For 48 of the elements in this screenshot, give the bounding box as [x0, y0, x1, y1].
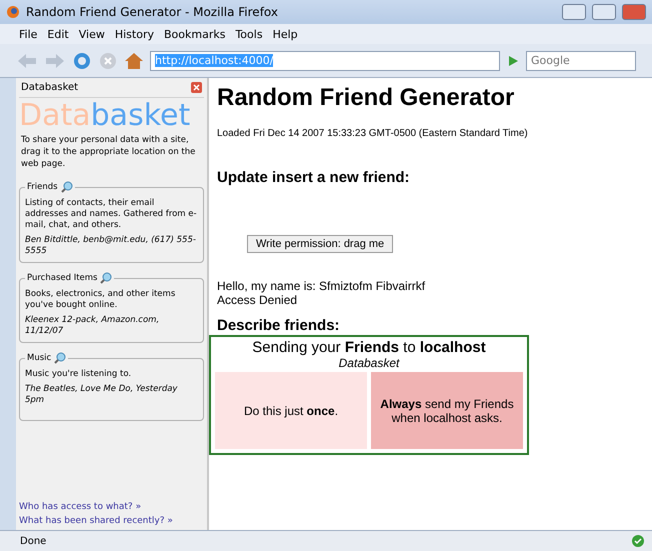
check-icon	[632, 535, 644, 547]
menu-item[interactable]: Tools	[230, 28, 268, 40]
window-title: Random Friend Generator - Mozilla Firefox	[26, 5, 279, 19]
sidebar-link[interactable]: Who has access to what? »	[19, 502, 204, 512]
group-example: Kleenex 12-pack, Amazon.com, 11/12/07	[25, 315, 160, 337]
minimize-button[interactable]	[562, 4, 586, 20]
stop-icon[interactable]	[98, 50, 118, 70]
drag-button[interactable]: Write permission: drag me	[247, 235, 394, 253]
section-heading: Describe friends:	[217, 317, 341, 334]
popup-title: Sending your Friends to localhost	[252, 339, 486, 356]
intro-text: To share your personal data with a site, drag it to the appropriate location on the web page.	[21, 134, 196, 170]
menu-item[interactable]: History	[110, 28, 159, 40]
group-example: The Beatles, Love Me Do, Yesterday 5pm	[25, 384, 178, 406]
section-heading: Update insert a new friend:	[217, 169, 411, 186]
popup-subtitle: Databasket	[338, 356, 400, 370]
forward-icon[interactable]	[44, 52, 66, 70]
status-text: Done	[20, 536, 46, 546]
search-field[interactable]: Google	[526, 50, 636, 70]
page-heading: Random Friend Generator	[217, 84, 516, 112]
hello-text: Hello, my name is: Sfmiztofm Fibvairrkf	[217, 279, 426, 293]
group-title: Music	[27, 352, 52, 364]
magnifier-icon[interactable]	[100, 272, 112, 284]
sidebar-title: Databasket	[21, 82, 78, 93]
close-button[interactable]	[622, 4, 646, 20]
sidebar-link[interactable]: What has been shared recently? »	[19, 516, 204, 526]
menu-item[interactable]: Edit	[42, 28, 74, 40]
close-icon[interactable]	[191, 82, 202, 93]
menu-item[interactable]: Help	[268, 28, 303, 40]
option-button[interactable]: Do this just once.	[215, 372, 367, 449]
group-description: Music you're listening to.	[25, 369, 132, 380]
menu-item[interactable]: File	[14, 28, 42, 40]
group-description: Books, electronics, and other items you've bought online.	[25, 289, 176, 311]
group-example: Ben Bitdittle, benb@mit.edu, (617) 555-5555	[25, 235, 197, 257]
go-icon[interactable]	[506, 54, 520, 68]
group-title: Friends	[27, 182, 58, 192]
databasket-logo: Databasket	[19, 100, 192, 132]
group-description: Listing of contacts, their email addresses and names. Gathered from e-mail, chat, and others.	[25, 198, 198, 231]
group-title: Purchased Items	[27, 272, 98, 284]
loaded-text: Loaded Fri Dec 14 2007 15:33:23 GMT-0500 (Eastern Standard Time)	[217, 128, 529, 139]
back-icon[interactable]	[16, 52, 38, 70]
option-button[interactable]: Always send my Friends when localhost asks.	[371, 372, 523, 449]
menu-item[interactable]: View	[74, 28, 110, 40]
access-text: Access Denied	[217, 293, 298, 307]
magnifier-icon[interactable]	[54, 352, 66, 364]
magnifier-icon[interactable]	[60, 181, 73, 193]
menu-item[interactable]: Bookmarks	[158, 28, 230, 40]
home-icon[interactable]	[124, 50, 144, 70]
maximize-button[interactable]	[592, 4, 616, 20]
